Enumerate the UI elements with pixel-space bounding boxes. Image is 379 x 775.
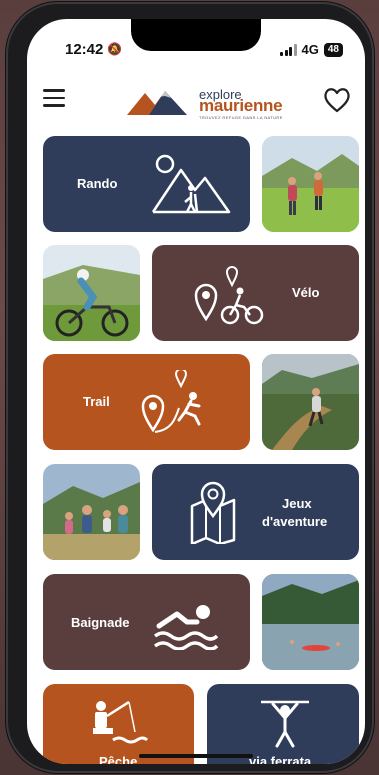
activity-tile-rando[interactable]: Rando xyxy=(43,136,250,232)
activity-photo-baignade[interactable] xyxy=(262,574,359,670)
map-pin-icon xyxy=(190,481,236,544)
notch xyxy=(131,19,261,51)
phone-frame: 12:42 🔕 4G 48 explore maurienne TROUVEZ … xyxy=(6,2,374,773)
activity-label: Rando xyxy=(77,176,118,191)
hiking-icon xyxy=(151,154,231,214)
activity-label: Trail xyxy=(83,394,110,409)
activity-tile-jeux-aventure[interactable]: Jeux d'aventure xyxy=(152,464,359,560)
activity-photo-velo[interactable] xyxy=(43,245,140,341)
battery-icon: 48 xyxy=(323,42,343,57)
status-right: 4G 48 xyxy=(280,42,343,57)
menu-button[interactable] xyxy=(43,89,65,107)
swimming-icon xyxy=(153,605,219,650)
activity-tile-trail[interactable]: Trail xyxy=(43,354,250,450)
activity-label: Baignade xyxy=(71,615,130,630)
via-ferrata-icon xyxy=(261,700,309,748)
trail-running-icon xyxy=(141,370,201,433)
activity-tile-peche[interactable]: Pêche xyxy=(43,684,194,764)
home-indicator[interactable] xyxy=(139,754,253,758)
app-header: explore maurienne TROUVEZ REFUGE DANS LA… xyxy=(27,79,365,123)
logo-tagline: TROUVEZ REFUGE DANS LA NATURE xyxy=(199,115,283,120)
favorites-heart-icon[interactable] xyxy=(323,87,351,113)
activity-tile-velo[interactable]: Vélo xyxy=(152,245,359,341)
activity-label: Pêche xyxy=(99,754,138,764)
activity-tile-baignade[interactable]: Baignade xyxy=(43,574,250,670)
app-logo[interactable]: explore maurienne TROUVEZ REFUGE DANS LA… xyxy=(127,81,283,121)
activity-label: Vélo xyxy=(292,285,320,300)
activity-label: d'aventure xyxy=(262,514,328,529)
activity-photo-jeux[interactable] xyxy=(43,464,140,560)
mute-bell-icon: 🔕 xyxy=(107,42,122,56)
activity-label: Jeux xyxy=(282,496,312,511)
activity-tile-via-ferrata[interactable]: via ferrata xyxy=(207,684,359,764)
activity-photo-trail[interactable] xyxy=(262,354,359,450)
cycling-icon xyxy=(194,266,264,325)
network-type: 4G xyxy=(301,42,319,57)
mountain-logo-icon xyxy=(127,91,187,115)
app-screen: 12:42 🔕 4G 48 explore maurienne TROUVEZ … xyxy=(27,19,365,764)
signal-icon xyxy=(280,43,297,56)
fishing-icon xyxy=(93,700,149,744)
logo-text-maurienne: maurienne xyxy=(199,96,283,115)
status-time: 12:42 xyxy=(65,41,104,58)
activity-photo-rando[interactable] xyxy=(262,136,359,232)
activity-label: via ferrata xyxy=(249,754,312,764)
